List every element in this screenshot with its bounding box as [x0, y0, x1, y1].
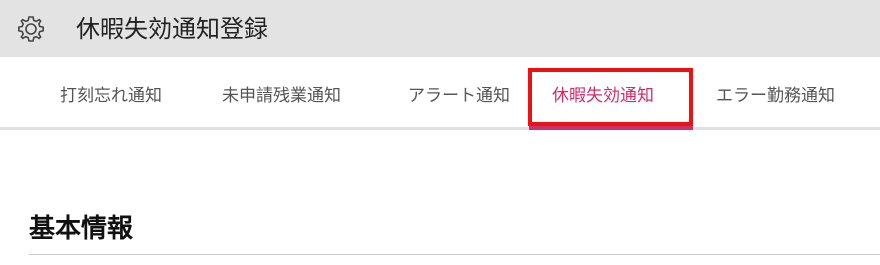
- section-divider: [29, 254, 880, 255]
- active-tab-indicator: [529, 126, 693, 130]
- notification-tabs: 打刻忘れ通知 未申請残業通知 アラート通知 休暇失効通知 エラー勤務通知: [0, 57, 880, 131]
- tab-unapplied-overtime[interactable]: 未申請残業通知: [222, 81, 341, 111]
- tab-error-work[interactable]: エラー勤務通知: [716, 81, 835, 111]
- gear-icon[interactable]: [15, 13, 47, 45]
- tabs-baseline: [0, 127, 880, 130]
- tab-alert[interactable]: アラート通知: [408, 81, 510, 111]
- page-title: 休暇失効通知登録: [76, 15, 268, 43]
- section-title-basic-info: 基本情報: [29, 214, 134, 244]
- page-header: 休暇失効通知登録: [0, 0, 880, 57]
- annotation-highlight-box: [528, 68, 693, 126]
- tab-punch-forgot[interactable]: 打刻忘れ通知: [60, 81, 162, 111]
